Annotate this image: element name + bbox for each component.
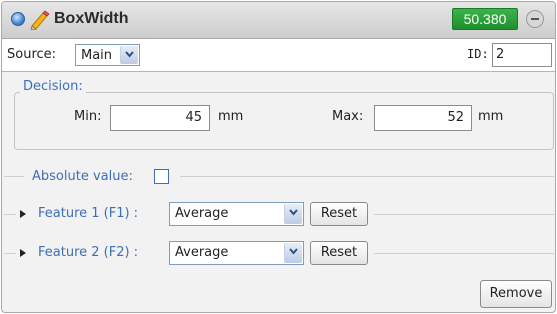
feature-1-reset-button[interactable]: Reset [310, 202, 368, 226]
expand-arrow-icon[interactable] [20, 249, 26, 257]
source-select-value: Main [81, 48, 113, 63]
expand-arrow-icon[interactable] [20, 210, 26, 218]
status-dot-icon[interactable] [11, 12, 25, 26]
max-unit: mm [478, 109, 504, 124]
chevron-down-icon[interactable] [120, 46, 138, 64]
decision-legend: Decision: [20, 79, 86, 94]
absolute-value-checkbox[interactable] [154, 169, 169, 184]
feature-1-select[interactable]: Average [169, 202, 304, 226]
remove-button[interactable]: Remove [480, 280, 552, 308]
feature-2-select[interactable]: Average [169, 241, 304, 265]
min-label: Min: [74, 109, 102, 124]
absolute-value-label: Absolute value: [32, 169, 133, 184]
pencil-icon[interactable] [28, 10, 50, 30]
title-bar: BoxWidth 50.380 [2, 2, 555, 39]
divider [4, 253, 16, 254]
divider [374, 253, 554, 254]
source-select[interactable]: Main [75, 44, 140, 66]
id-input[interactable]: 2 [492, 43, 552, 67]
chevron-down-icon[interactable] [284, 243, 302, 263]
feature-1-select-value: Average [175, 206, 229, 221]
divider [4, 176, 24, 177]
max-input[interactable]: 52 [374, 105, 472, 131]
settings-panel: BoxWidth 50.380 Source: Main ID: 2 Decis… [1, 1, 556, 313]
close-icon[interactable] [526, 10, 544, 28]
id-label: ID: [467, 47, 489, 61]
max-label: Max: [332, 109, 364, 124]
divider [374, 214, 554, 215]
source-row: Source: Main ID: 2 [2, 39, 555, 72]
divider [4, 214, 16, 215]
min-input[interactable]: 45 [110, 105, 210, 131]
chevron-down-icon[interactable] [284, 204, 302, 224]
value-badge: 50.380 [452, 8, 518, 30]
feature-2-select-value: Average [175, 245, 229, 260]
panel-title: BoxWidth [54, 10, 129, 27]
feature-2-label: Feature 2 (F2) : [38, 245, 139, 260]
min-unit: mm [218, 109, 244, 124]
feature-1-label: Feature 1 (F1) : [38, 206, 139, 221]
feature-2-reset-button[interactable]: Reset [310, 241, 368, 265]
divider [180, 176, 554, 177]
source-label: Source: [7, 47, 57, 62]
